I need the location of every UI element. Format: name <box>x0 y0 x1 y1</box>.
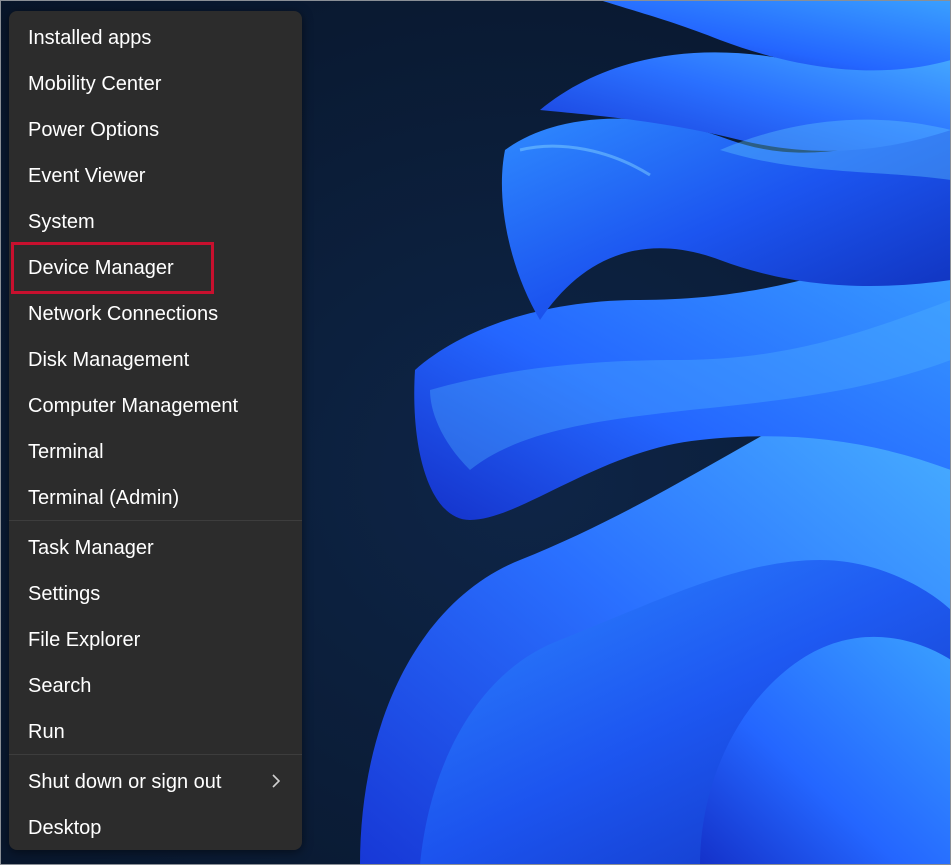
menu-item-label: Power Options <box>28 118 160 141</box>
menu-item-network-connections[interactable]: Network Connections <box>9 291 302 337</box>
menu-item-label: System <box>28 210 95 233</box>
menu-item-label: Settings <box>28 582 101 605</box>
menu-item-event-viewer[interactable]: Event Viewer <box>9 153 302 199</box>
menu-item-desktop[interactable]: Desktop <box>9 805 302 851</box>
menu-item-label: Installed apps <box>28 26 152 49</box>
menu-item-installed-apps[interactable]: Installed apps <box>9 15 302 61</box>
menu-item-label: Task Manager <box>28 536 154 559</box>
menu-item-disk-management[interactable]: Disk Management <box>9 337 302 383</box>
menu-item-label: Disk Management <box>28 348 190 371</box>
menu-item-settings[interactable]: Settings <box>9 571 302 617</box>
menu-item-label: Event Viewer <box>28 164 146 187</box>
menu-item-task-manager[interactable]: Task Manager <box>9 525 302 571</box>
menu-item-search[interactable]: Search <box>9 663 302 709</box>
menu-item-label: Network Connections <box>28 302 219 325</box>
menu-item-label: Terminal (Admin) <box>28 486 180 509</box>
menu-item-terminal-admin[interactable]: Terminal (Admin) <box>9 475 302 521</box>
menu-item-computer-management[interactable]: Computer Management <box>9 383 302 429</box>
menu-item-file-explorer[interactable]: File Explorer <box>9 617 302 663</box>
menu-separator <box>9 754 302 755</box>
menu-item-power-options[interactable]: Power Options <box>9 107 302 153</box>
menu-item-label: File Explorer <box>28 628 141 651</box>
menu-item-label: Computer Management <box>28 394 239 417</box>
menu-item-label: Device Manager <box>28 256 174 279</box>
menu-item-system[interactable]: System <box>9 199 302 245</box>
menu-item-shut-down[interactable]: Shut down or sign out <box>9 759 302 805</box>
menu-item-label: Shut down or sign out <box>28 770 222 793</box>
menu-item-terminal[interactable]: Terminal <box>9 429 302 475</box>
menu-item-label: Search <box>28 674 92 697</box>
menu-item-run[interactable]: Run <box>9 709 302 755</box>
menu-item-device-manager[interactable]: Device Manager <box>9 245 302 291</box>
chevron-right-icon <box>272 774 280 788</box>
menu-item-label: Terminal <box>28 440 104 463</box>
quick-link-menu: Installed apps Mobility Center Power Optio… <box>9 11 302 850</box>
menu-item-label: Mobility Center <box>28 72 162 95</box>
menu-separator <box>9 520 302 521</box>
menu-item-label: Desktop <box>28 816 102 839</box>
menu-item-label: Run <box>28 720 65 743</box>
menu-item-mobility-center[interactable]: Mobility Center <box>9 61 302 107</box>
